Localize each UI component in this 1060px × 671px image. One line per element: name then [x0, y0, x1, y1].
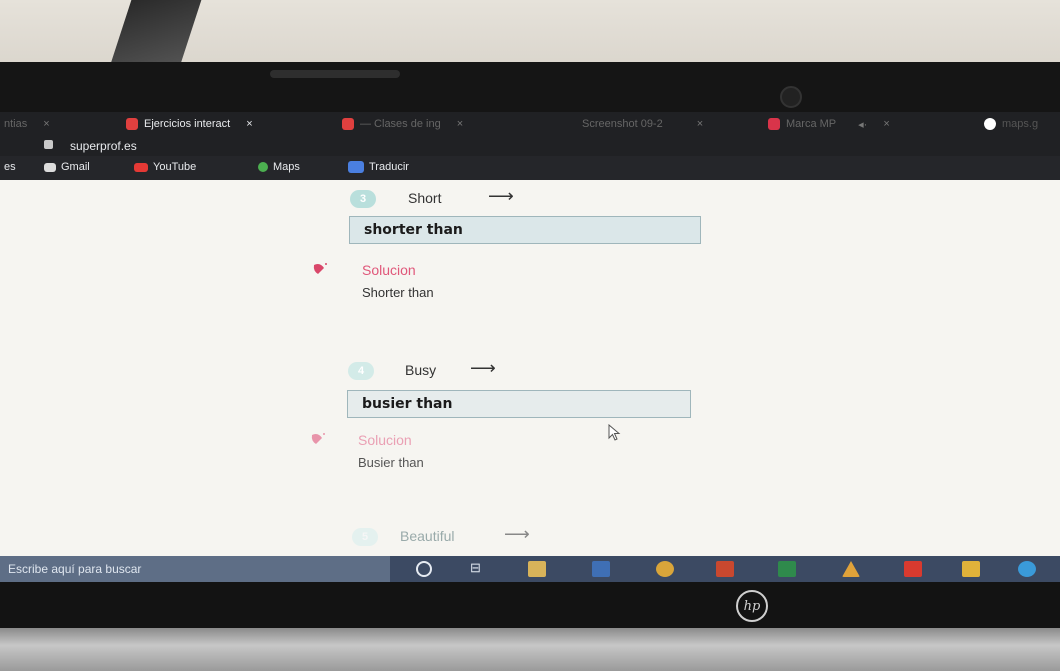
arrow-right-icon: ⟶	[488, 186, 514, 206]
address-bar[interactable]: superprof.es	[0, 136, 1060, 156]
tab-label: — Clases de ing	[360, 118, 441, 130]
tab-label: Screenshot 09-2	[582, 118, 663, 130]
bookmark-label: Gmail	[61, 161, 90, 173]
excel-icon[interactable]	[778, 561, 796, 577]
translate-icon	[348, 161, 364, 173]
bezel-notch	[270, 70, 400, 78]
taskbar-search-input[interactable]: Escribe aquí para buscar	[0, 556, 390, 582]
bookmark-label: Traducir	[369, 161, 409, 173]
laptop-screen: ntias × Ejercicios interact × — Clases d…	[0, 112, 1060, 582]
solution-text: Busier than	[358, 455, 424, 470]
acrobat-icon[interactable]	[904, 561, 922, 577]
bookmark-youtube[interactable]: YouTube	[134, 161, 196, 173]
task-view-icon[interactable]: ⊟	[470, 560, 481, 576]
arrow-right-icon: ⟶	[470, 358, 496, 378]
question-word: Short	[408, 190, 442, 206]
solution-toggle[interactable]: Solucion	[358, 432, 412, 448]
vlc-icon[interactable]	[842, 561, 860, 577]
solution-icon	[311, 433, 325, 444]
tab-label: maps.g	[1002, 118, 1039, 130]
lock-icon	[44, 140, 53, 149]
bookmark-label: es	[4, 161, 16, 173]
youtube-favicon-icon	[768, 118, 780, 130]
bookmark-gmail[interactable]: Gmail	[44, 161, 90, 173]
webcam-icon	[780, 86, 802, 108]
tab-5[interactable]: Marca MP ◂· ×	[768, 112, 890, 136]
exercise-page: 3 Short ⟶ shorter than Solucion Shorter …	[0, 180, 1060, 560]
edge-icon[interactable]	[1018, 561, 1036, 577]
superprof-favicon-icon	[126, 118, 138, 130]
mouse-cursor-icon	[608, 424, 621, 441]
solution-text: Shorter than	[362, 285, 434, 300]
windows-taskbar: Escribe aquí para buscar ⊟	[0, 556, 1060, 582]
mute-icon[interactable]: ◂·	[858, 118, 867, 131]
question-word: Busy	[405, 362, 437, 378]
powerpoint-icon[interactable]	[716, 561, 734, 577]
bookmark-label: YouTube	[153, 161, 197, 173]
tab-1[interactable]: ntias ×	[4, 112, 50, 136]
arrow-right-icon: ⟶	[504, 524, 530, 544]
file-explorer-icon[interactable]	[528, 561, 546, 577]
gmail-icon	[44, 162, 56, 172]
tab-label: ntias	[4, 118, 28, 130]
bookmarks-bar: es Gmail YouTube Maps Traducir	[0, 156, 1060, 180]
maps-icon	[258, 162, 268, 172]
close-icon[interactable]: ×	[457, 118, 463, 130]
bookmark-label: Maps	[273, 161, 300, 173]
close-icon[interactable]: ×	[697, 118, 703, 130]
close-icon[interactable]: ×	[883, 118, 889, 130]
bookmark-apps[interactable]: es	[4, 161, 16, 173]
laptop-bottom-bezel	[0, 582, 1060, 628]
solution-toggle[interactable]: Solucion	[362, 262, 416, 278]
laptop-top-bezel	[0, 62, 1060, 112]
tab-4[interactable]: Screenshot 09-2 ×	[582, 112, 703, 136]
tab-3[interactable]: — Clases de ing ×	[342, 112, 463, 136]
hp-logo: hp	[736, 590, 768, 622]
tab-label: Ejercicios interact	[144, 118, 231, 130]
question-number-badge: 3	[350, 190, 376, 208]
question-word: Beautiful	[400, 528, 455, 544]
tab-6[interactable]: maps.g	[984, 112, 1038, 136]
answer-input[interactable]: busier than	[347, 390, 691, 418]
url-text: superprof.es	[70, 139, 137, 153]
bookmark-traducir[interactable]: Traducir	[348, 161, 409, 173]
word-icon[interactable]	[592, 561, 610, 577]
chrome-icon[interactable]	[656, 561, 674, 577]
question-number-badge: 4	[348, 362, 374, 380]
answer-input[interactable]: shorter than	[349, 216, 701, 244]
close-icon[interactable]: ×	[43, 118, 49, 130]
laptop-base	[0, 628, 1060, 671]
close-icon[interactable]: ×	[246, 118, 252, 130]
tab-label: Marca MP	[786, 118, 837, 130]
youtube-icon	[134, 162, 148, 172]
browser-tab-bar: ntias × Ejercicios interact × — Clases d…	[0, 112, 1060, 136]
tab-2[interactable]: Ejercicios interact ×	[126, 112, 253, 136]
app-icon[interactable]	[962, 561, 980, 577]
bookmark-maps[interactable]: Maps	[258, 161, 300, 173]
solution-icon	[313, 263, 327, 274]
superprof-favicon-icon	[342, 118, 354, 130]
question-number-badge: 5	[352, 528, 378, 546]
cortana-icon[interactable]	[416, 561, 432, 577]
google-favicon-icon	[984, 118, 996, 130]
